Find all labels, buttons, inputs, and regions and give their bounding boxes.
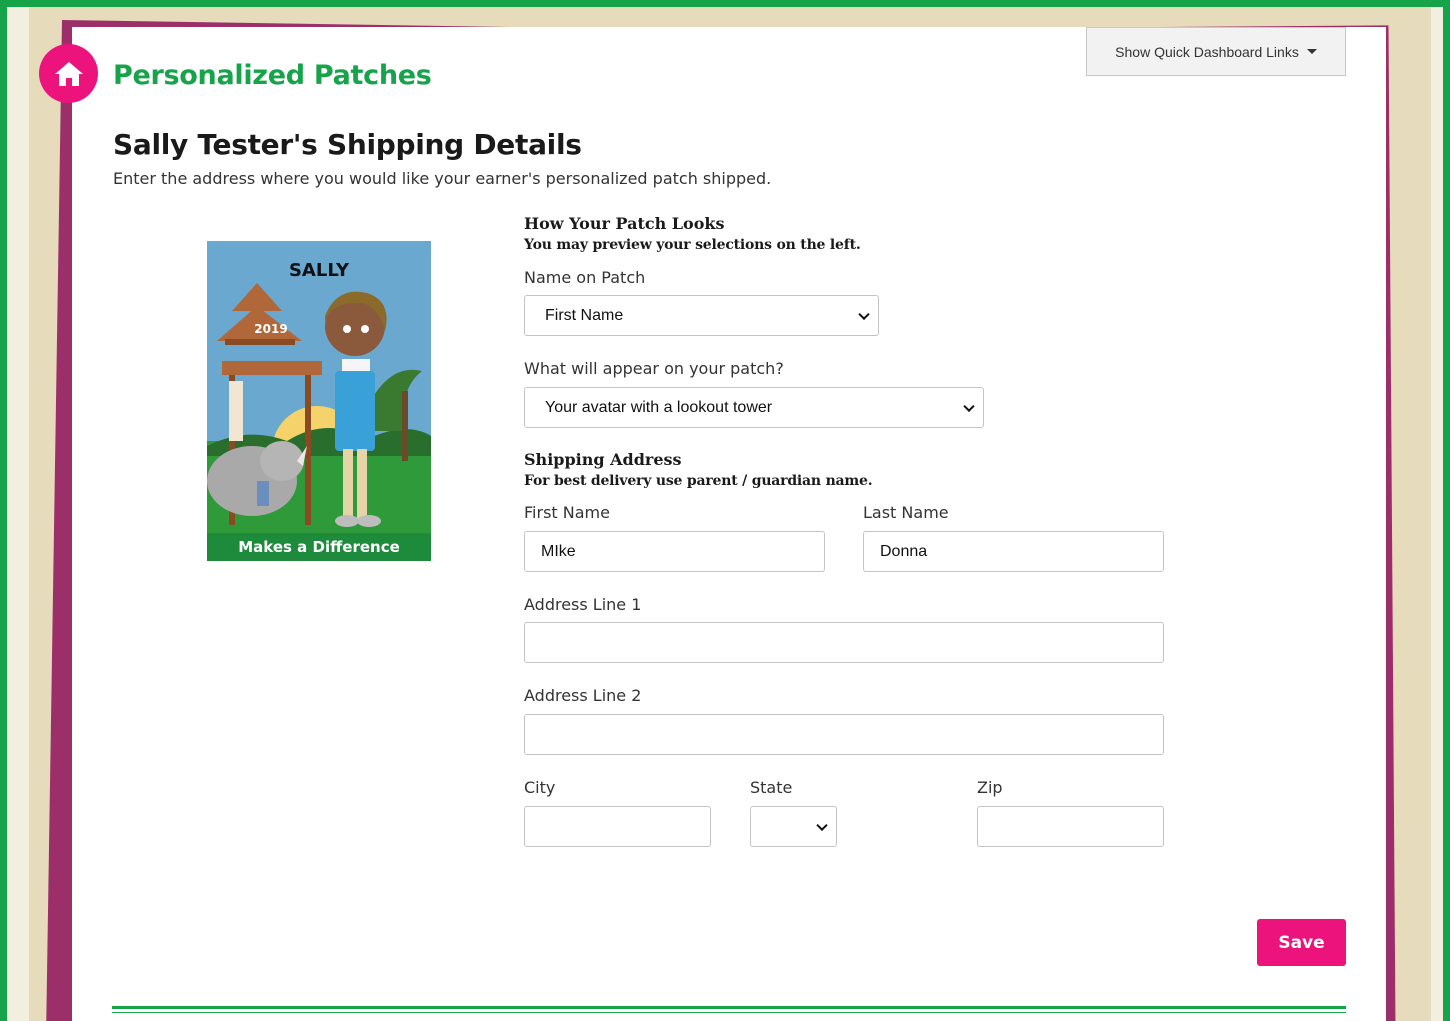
chevron-down-icon xyxy=(963,400,975,412)
quick-dashboard-links-button[interactable]: Show Quick Dashboard Links xyxy=(1086,27,1346,76)
address-line-1-input[interactable] xyxy=(524,622,1164,663)
zip-input[interactable] xyxy=(977,806,1164,847)
patch-name-text: SALLY xyxy=(289,260,350,281)
chevron-down-icon xyxy=(858,308,870,320)
page-subtitle: Enter the address where you would like y… xyxy=(113,169,772,188)
chevron-down-icon xyxy=(816,819,828,831)
patch-year-text: 2019 xyxy=(254,322,287,336)
name-on-patch-select[interactable]: First Name xyxy=(524,295,879,336)
patch-appearance-value: Your avatar with a lookout tower xyxy=(545,398,773,416)
quick-dashboard-links-label: Show Quick Dashboard Links xyxy=(1115,43,1299,60)
patch-appearance-select[interactable]: Your avatar with a lookout tower xyxy=(524,387,984,428)
left-border-stripe xyxy=(7,0,29,1021)
patch-preview: SALLY 2019 Makes a Difference xyxy=(207,241,431,561)
state-select[interactable] xyxy=(750,806,837,847)
address-line-2-input[interactable] xyxy=(524,714,1164,755)
patch-looks-subheading: You may preview your selections on the l… xyxy=(524,237,861,253)
app-title: Personalized Patches xyxy=(113,60,432,91)
patch-looks-heading: How Your Patch Looks xyxy=(524,214,725,233)
patch-motto-text: Makes a Difference xyxy=(238,538,400,556)
first-name-input[interactable]: MIke xyxy=(524,531,825,572)
zip-label: Zip xyxy=(977,778,1003,797)
name-on-patch-value: First Name xyxy=(545,306,624,324)
home-icon xyxy=(54,61,83,86)
caret-down-icon xyxy=(1306,49,1317,54)
last-name-input[interactable]: Donna xyxy=(863,531,1164,572)
right-border-stripe xyxy=(1431,0,1443,1021)
first-name-label: First Name xyxy=(524,503,610,522)
address-line-1-label: Address Line 1 xyxy=(524,595,642,614)
home-button[interactable] xyxy=(39,44,98,103)
shipping-subheading: For best delivery use parent / guardian … xyxy=(524,473,873,489)
city-label: City xyxy=(524,778,556,797)
footer-divider xyxy=(112,1006,1346,1009)
state-label: State xyxy=(750,778,793,797)
page-title: Sally Tester's Shipping Details xyxy=(113,128,582,161)
patch-appearance-label: What will appear on your patch? xyxy=(524,359,784,378)
save-button[interactable]: Save xyxy=(1257,919,1346,966)
address-line-2-label: Address Line 2 xyxy=(524,686,642,705)
name-on-patch-label: Name on Patch xyxy=(524,268,646,287)
city-input[interactable] xyxy=(524,806,711,847)
shipping-heading: Shipping Address xyxy=(524,450,682,469)
last-name-label: Last Name xyxy=(863,503,949,522)
patch-illustration: SALLY 2019 Makes a Difference xyxy=(207,241,431,561)
footer-divider-thin xyxy=(112,1012,1346,1013)
